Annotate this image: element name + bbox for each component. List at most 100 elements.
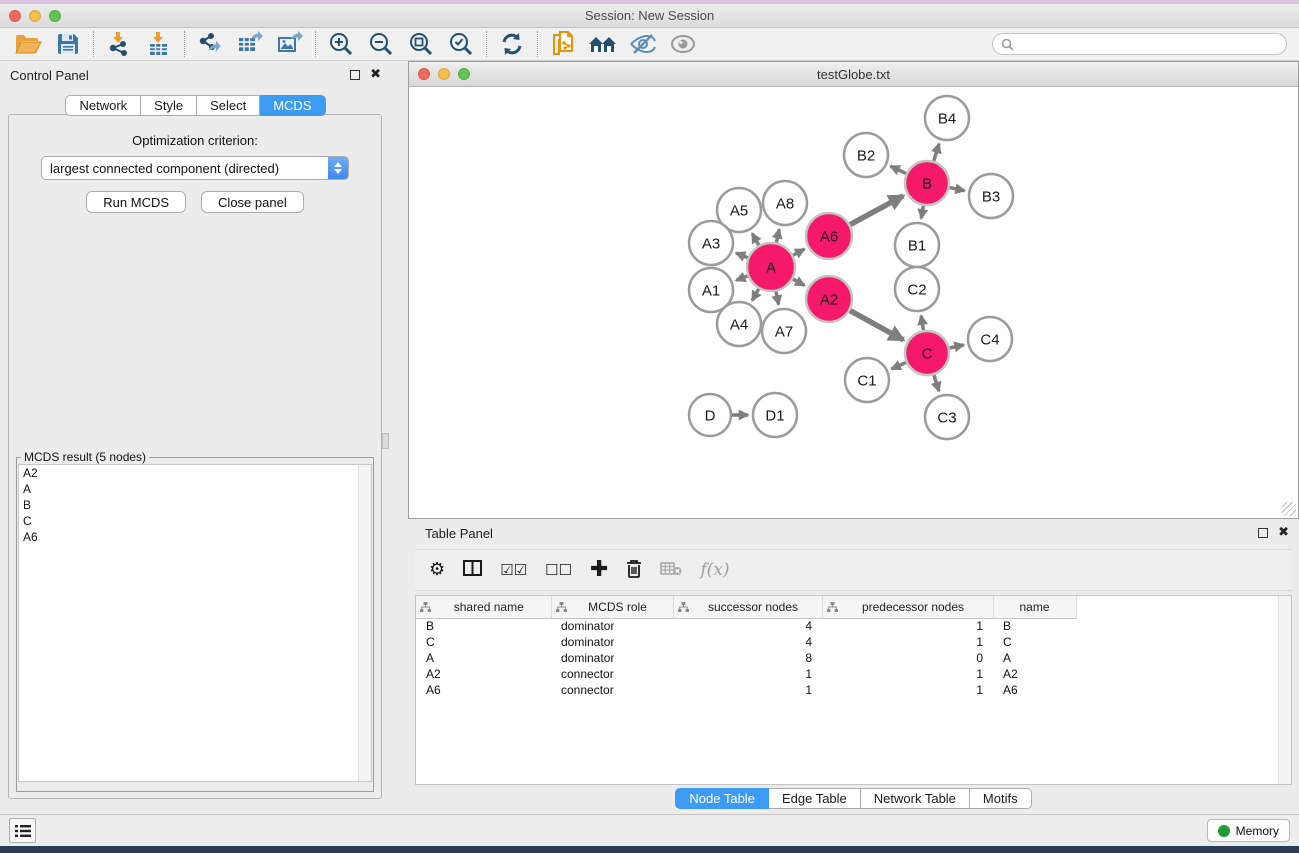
table-cell[interactable]: 8 — [673, 650, 822, 666]
mcds-result-item[interactable]: A — [19, 481, 371, 497]
graph-edge-A-A5[interactable] — [752, 234, 759, 246]
tab-node-table[interactable]: Node Table — [675, 788, 769, 809]
col-mcds-role[interactable]: MCDS role — [551, 596, 673, 618]
graph-edge-B-B1[interactable] — [921, 206, 923, 219]
table-cell[interactable]: connector — [551, 666, 673, 682]
table-cell[interactable]: 1 — [673, 666, 822, 682]
tab-network-table[interactable]: Network Table — [861, 788, 970, 809]
graph-edge-A-A3[interactable] — [736, 253, 748, 258]
open-session-icon[interactable] — [8, 29, 48, 59]
table-cell[interactable]: 1 — [822, 682, 993, 698]
save-session-icon[interactable] — [48, 29, 88, 59]
tab-motifs[interactable]: Motifs — [970, 788, 1032, 809]
col-name[interactable]: name — [993, 596, 1076, 618]
show-panels-icon[interactable] — [663, 29, 703, 59]
mcds-result-item[interactable]: C — [19, 513, 371, 529]
hide-panels-icon[interactable] — [623, 29, 663, 59]
search-input[interactable] — [1019, 37, 1278, 51]
import-network-icon[interactable] — [99, 29, 139, 59]
delete-column-icon[interactable] — [626, 559, 642, 582]
table-cell[interactable]: dominator — [551, 618, 673, 634]
table-cell[interactable]: A2 — [416, 666, 551, 682]
network-canvas[interactable]: B4B2BB3A5A8A6A3B1AC2A1A2A4A7C4CC1DD1C3 — [409, 87, 1298, 518]
export-network-icon[interactable] — [190, 29, 230, 59]
refresh-view-icon[interactable] — [492, 29, 532, 59]
table-cell[interactable]: B — [416, 618, 551, 634]
table-cell[interactable]: 1 — [822, 666, 993, 682]
table-cell[interactable]: dominator — [551, 634, 673, 650]
tab-network[interactable]: Network — [65, 95, 141, 116]
table-cell[interactable]: connector — [551, 682, 673, 698]
col-shared-name[interactable]: shared name — [416, 596, 551, 618]
mcds-result-item[interactable]: B — [19, 497, 371, 513]
col-successor-nodes[interactable]: successor nodes — [673, 596, 822, 618]
table-row[interactable]: Bdominator41B — [416, 618, 1076, 634]
close-table-panel-icon[interactable]: ✖ — [1278, 528, 1289, 538]
close-panel-button[interactable]: Close panel — [201, 191, 304, 213]
table-row[interactable]: Adominator80A — [416, 650, 1076, 666]
table-row[interactable]: A6connector11A6 — [416, 682, 1076, 698]
tab-mcds[interactable]: MCDS — [260, 95, 325, 116]
tab-style[interactable]: Style — [141, 95, 197, 116]
clone-network-icon[interactable] — [543, 29, 583, 59]
add-column-icon[interactable]: ✚ — [590, 559, 608, 581]
mcds-result-item[interactable]: A2 — [19, 465, 371, 481]
table-cell[interactable]: 4 — [673, 634, 822, 650]
close-panel-icon[interactable]: ✖ — [370, 70, 381, 80]
graph-edge-A-A2[interactable] — [793, 279, 805, 285]
column-layout-icon[interactable] — [463, 560, 482, 580]
home-layout-icon[interactable] — [583, 29, 623, 59]
network-graph[interactable]: B4B2BB3A5A8A6A3B1AC2A1A2A4A7C4CC1DD1C3 — [409, 87, 1298, 517]
graph-edge-A-A4[interactable] — [752, 289, 759, 301]
graph-edge-C-C1[interactable] — [892, 362, 906, 368]
table-cell[interactable]: 0 — [822, 650, 993, 666]
table-row[interactable]: Cdominator41C — [416, 634, 1076, 650]
float-table-panel-icon[interactable] — [1258, 528, 1268, 538]
graph-edge-A-A7[interactable] — [776, 291, 779, 304]
graph-edge-B-B4[interactable] — [934, 144, 939, 161]
graph-edge-A6-B[interactable] — [850, 196, 903, 225]
split-divider-handle[interactable] — [382, 433, 389, 449]
col-predecessor-nodes[interactable]: predecessor nodes — [822, 596, 993, 618]
table-cell[interactable]: C — [993, 634, 1076, 650]
table-cell[interactable]: 1 — [822, 618, 993, 634]
zoom-out-icon[interactable] — [361, 29, 401, 59]
float-panel-icon[interactable] — [350, 70, 360, 80]
graph-edge-A-A6[interactable] — [793, 249, 804, 255]
graph-edge-C-C4[interactable] — [949, 345, 963, 348]
select-all-checks-icon[interactable]: ☑☑ — [500, 563, 527, 578]
run-mcds-button[interactable]: Run MCDS — [86, 191, 186, 213]
optimization-criterion-dropdown[interactable]: largest connected component (directed) — [41, 156, 349, 180]
table-cell[interactable]: 1 — [673, 682, 822, 698]
table-cell[interactable]: B — [993, 618, 1076, 634]
table-cell[interactable]: dominator — [551, 650, 673, 666]
zoom-selected-icon[interactable] — [441, 29, 481, 59]
table-cell[interactable]: C — [416, 634, 551, 650]
export-table-icon[interactable] — [230, 29, 270, 59]
table-cell[interactable]: A6 — [993, 682, 1076, 698]
graph-edge-B-B2[interactable] — [891, 166, 907, 173]
table-cell[interactable]: A2 — [993, 666, 1076, 682]
table-cell[interactable]: A — [416, 650, 551, 666]
zoom-in-icon[interactable] — [321, 29, 361, 59]
table-cell[interactable]: A6 — [416, 682, 551, 698]
tab-edge-table[interactable]: Edge Table — [769, 788, 861, 809]
deselect-all-checks-icon[interactable]: ☐☐ — [545, 563, 572, 578]
network-window-titlebar[interactable]: testGlobe.txt — [409, 62, 1298, 87]
tab-select[interactable]: Select — [197, 95, 260, 116]
table-cell[interactable]: 4 — [673, 618, 822, 634]
graph-edge-B-B3[interactable] — [950, 188, 965, 191]
result-scrollbar[interactable] — [358, 465, 371, 781]
table-scrollbar[interactable] — [1278, 596, 1291, 784]
memory-button[interactable]: Memory — [1207, 819, 1290, 842]
zoom-fit-icon[interactable] — [401, 29, 441, 59]
import-table-icon[interactable] — [139, 29, 179, 59]
mcds-result-item[interactable]: A6 — [19, 529, 371, 545]
table-row[interactable]: A2connector11A2 — [416, 666, 1076, 682]
graph-edge-A-A8[interactable] — [776, 229, 779, 242]
table-cell[interactable]: A — [993, 650, 1076, 666]
task-history-button[interactable] — [9, 818, 36, 843]
graph-edge-C-C2[interactable] — [921, 316, 923, 331]
search-field[interactable] — [992, 33, 1287, 55]
export-image-icon[interactable] — [270, 29, 310, 59]
